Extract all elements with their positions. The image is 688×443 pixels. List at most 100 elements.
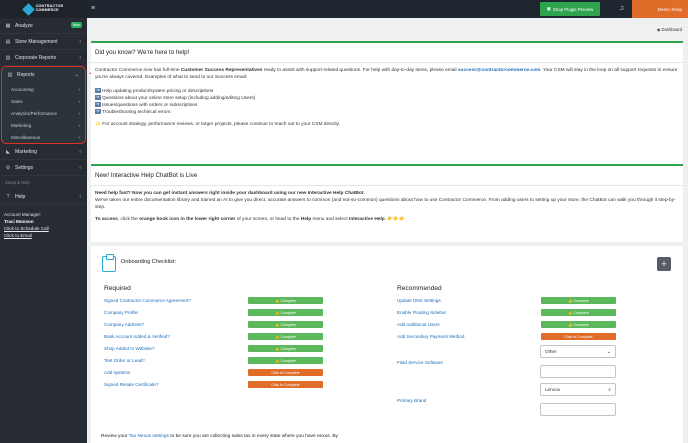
- complete-badge: 👍 Complete: [248, 357, 323, 364]
- brand-search-input[interactable]: Lennox ⌕: [540, 383, 616, 396]
- complete-badge: 👍 Complete: [541, 321, 616, 328]
- sidebar-subitem-accounting[interactable]: Accounting ‹: [2, 83, 85, 95]
- schedule-call-link[interactable]: Click to Schedule Call: [4, 225, 83, 232]
- sidebar-item-reports[interactable]: ▥ Reports ⌄: [2, 67, 85, 83]
- arrow-right-icon: ➡: [95, 95, 101, 101]
- recommended-item-floating-sidebar[interactable]: Enable Floating Sidebar: [397, 310, 446, 315]
- required-item-company-address[interactable]: Company Address?: [104, 322, 144, 327]
- sidebar-subitem-marketing[interactable]: Marketing ‹: [2, 119, 85, 131]
- chevron-down-icon: ⌄: [606, 348, 611, 355]
- sidebar-subitem-analytics[interactable]: Analytics/Performance ‹: [2, 107, 85, 119]
- chevron-left-icon: ‹: [79, 164, 81, 171]
- storefront-icon: ▣: [546, 6, 551, 11]
- megaphone-icon: ◣: [6, 148, 10, 155]
- chevron-left-icon: ‹: [78, 98, 80, 104]
- breadcrumb[interactable]: ◉ Dashboard: [657, 27, 682, 32]
- closing-text: ✨ For account strategy, performance revi…: [95, 122, 340, 127]
- access-instructions: To access, click the orange book icon in…: [95, 217, 406, 222]
- menu-icon[interactable]: ≡: [91, 5, 95, 12]
- complete-badge: 👍 Complete: [541, 309, 616, 316]
- clipboard-icon: [102, 254, 116, 272]
- chevron-left-icon: ‹: [78, 110, 80, 116]
- recommended-item-dns[interactable]: Update DNS Settings: [397, 298, 441, 303]
- chevron-left-icon: ‹: [78, 86, 80, 92]
- click-to-complete-button[interactable]: Click to Complete: [248, 381, 323, 388]
- sidebar-item-label: Marketing: [15, 148, 37, 155]
- success-email-link[interactable]: success@contractorcommerce.com: [458, 68, 541, 73]
- checklist-title: Onboarding Checklist:: [121, 259, 177, 265]
- arrow-right-icon: ➡: [95, 109, 101, 115]
- required-item-test-order[interactable]: Test Order or Lead?: [104, 358, 145, 363]
- complete-badge: 👍 Complete: [541, 297, 616, 304]
- email-link[interactable]: Click to Email: [4, 232, 83, 239]
- required-heading: Required: [104, 285, 131, 292]
- shop-plugin-preview-button[interactable]: ▣ Shop Plugin Preview: [540, 2, 600, 16]
- setup-help-heading: Setup & Help: [5, 180, 30, 185]
- list-item: ➡ Questions about your online store setup…: [95, 95, 256, 101]
- sidebar-subitem-miscellaneous[interactable]: Miscellaneous ‹: [2, 131, 85, 143]
- sidebar-item-help[interactable]: ? Help ‹: [0, 189, 87, 205]
- gear-icon: ⚙: [5, 164, 11, 171]
- click-to-complete-button[interactable]: Click to Complete: [248, 369, 323, 376]
- report-icon: ▥: [7, 72, 13, 78]
- divider: [91, 62, 683, 63]
- sidebar-item-label: Help: [15, 193, 26, 200]
- field-service-select[interactable]: Other ⌄: [540, 345, 616, 358]
- required-item-shop-added[interactable]: Shop Added to Website?: [104, 346, 154, 351]
- dashboard-icon: ◉: [656, 27, 661, 32]
- tax-nexus-link[interactable]: Tax Nexus settings: [129, 434, 169, 439]
- chevron-down-icon: ⌄: [74, 72, 79, 78]
- sidebar-item-label: Reports: [17, 72, 35, 78]
- account-manager-name: Traci Monson: [4, 219, 34, 224]
- chart-icon: ▦: [5, 22, 11, 29]
- required-item-company-profile[interactable]: Company Profile: [104, 310, 138, 315]
- logo-line-2: COMMERCE: [35, 8, 59, 12]
- required-item-agreement[interactable]: Signed Contractor Commerce Agreement?: [104, 298, 191, 303]
- list-item: ➡ Help updating product/system pricing or…: [95, 88, 214, 94]
- divider: [91, 185, 683, 186]
- onboarding-checklist: Onboarding Checklist: + Required Recomme…: [91, 246, 683, 443]
- intro-paragraph: Contractor Commerce now has full-time Cu…: [95, 68, 678, 80]
- bell-icon[interactable]: ♫: [619, 4, 627, 13]
- chevron-left-icon: ‹: [78, 122, 80, 128]
- lead-text: Need help fast? Now you can get instant …: [95, 191, 365, 196]
- field-service-label: Field Service Software: [397, 360, 443, 365]
- arrow-right-icon: ➡: [95, 102, 101, 108]
- complete-badge: 👍 Complete: [248, 297, 323, 304]
- complete-badge: 👍 Complete: [248, 321, 323, 328]
- sidebar-item-analyze[interactable]: ▦ Analyze New: [0, 18, 87, 34]
- recommended-heading: Recommended: [397, 285, 442, 292]
- store-icon: ▤: [5, 38, 11, 45]
- add-button[interactable]: +: [657, 257, 671, 271]
- recommended-item-payment[interactable]: Add Secondary Payment Method: [397, 334, 464, 339]
- click-to-complete-button[interactable]: Click to Complete: [541, 333, 616, 340]
- tax-nexus-note: Review your Tax Nexus settings to be sur…: [101, 434, 338, 439]
- list-item: ➡ Troubleshooting technical errors: [95, 109, 171, 115]
- chevron-left-icon: ‹: [78, 134, 80, 140]
- account-manager-title: Account Manager:: [4, 212, 42, 217]
- sidebar-item-settings[interactable]: ⚙ Settings ‹: [0, 160, 87, 176]
- help-icon: ?: [6, 193, 10, 200]
- arrow-right-icon: ➡: [95, 88, 101, 94]
- required-item-add-systems[interactable]: Add systems: [104, 370, 130, 375]
- recommended-item-users[interactable]: Add Additional Users: [397, 322, 440, 327]
- sidebar-subitem-sales[interactable]: Sales ‹: [2, 95, 85, 107]
- field-service-input[interactable]: [540, 365, 616, 378]
- complete-badge: 👍 Complete: [248, 309, 323, 316]
- complete-badge: 👍 Complete: [248, 345, 323, 352]
- chevron-left-icon: ‹: [79, 148, 81, 155]
- brand-logo[interactable]: CONTRACTOR COMMERCE: [0, 0, 87, 18]
- primary-brand-input[interactable]: [540, 403, 616, 416]
- list-item: ➡ Issues/questions with orders or subscri…: [95, 102, 198, 108]
- sidebar-item-store-management[interactable]: ▤ Store Management ‹: [0, 34, 87, 50]
- complete-badge: 👍 Complete: [248, 333, 323, 340]
- panel-title: Did you know? We're here to help!: [95, 49, 190, 56]
- sidebar-item-marketing[interactable]: ◣ Marketing ‹: [0, 144, 87, 160]
- chevron-left-icon: ‹: [79, 38, 81, 45]
- required-item-bank-account[interactable]: Bank Account Added & Verified?: [104, 334, 170, 339]
- report-icon: ▥: [5, 54, 11, 61]
- sidebar-item-corporate-reports[interactable]: ▥ Corporate Reports ‹: [0, 50, 87, 66]
- required-item-resale-certificate[interactable]: Signed Resale Certificate?: [104, 382, 158, 387]
- demo-shop-button[interactable]: Demo Shop: [632, 0, 688, 18]
- primary-brand-label: Primary Brand: [397, 398, 427, 403]
